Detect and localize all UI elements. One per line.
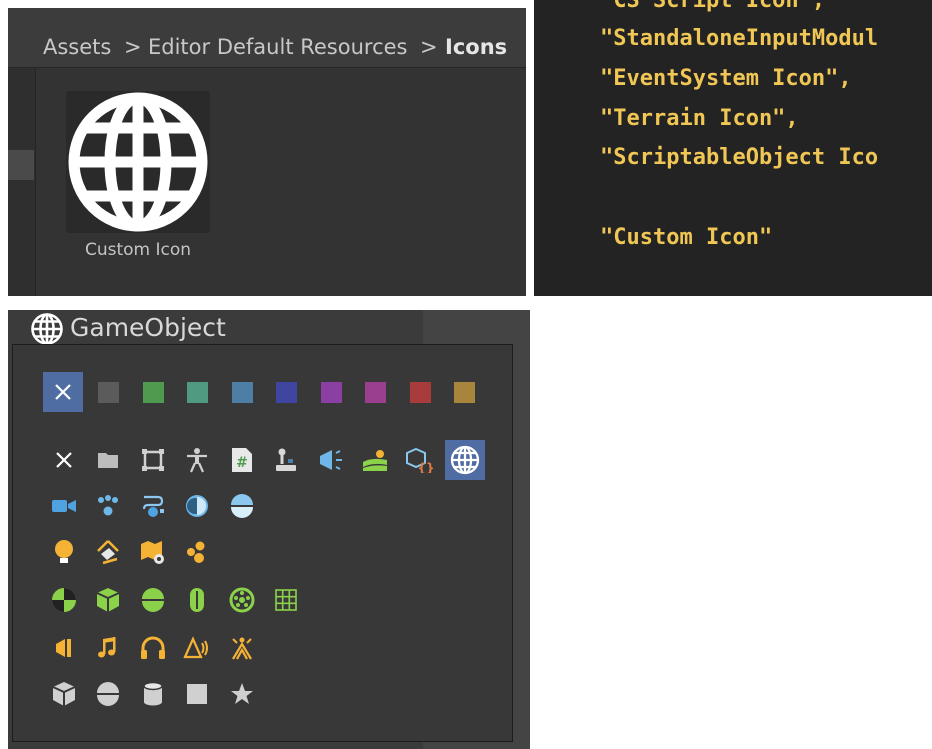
audio-chorus-icon[interactable] bbox=[227, 633, 257, 663]
joystick-icon[interactable] bbox=[271, 445, 301, 475]
globe-icon-selected[interactable] bbox=[445, 440, 485, 480]
swatch-green[interactable] bbox=[143, 382, 164, 403]
none-icon[interactable] bbox=[49, 445, 79, 475]
svg-text:#: # bbox=[236, 455, 248, 471]
cluster-icon[interactable] bbox=[182, 537, 212, 567]
breadcrumb-assets[interactable]: Assets bbox=[43, 32, 111, 62]
swatch-purple[interactable] bbox=[321, 382, 342, 403]
object-name: GameObject bbox=[70, 313, 226, 342]
audio-speaker-icon[interactable] bbox=[49, 633, 79, 663]
asset-label: Custom Icon bbox=[84, 240, 192, 260]
swatch-magenta[interactable] bbox=[365, 382, 386, 403]
camera-icon[interactable] bbox=[49, 491, 79, 521]
breadcrumb-icons[interactable]: Icons bbox=[445, 32, 507, 62]
cube-icon[interactable] bbox=[49, 679, 79, 709]
code-line: "EventSystem Icon", bbox=[600, 66, 852, 91]
sphere-half-icon[interactable] bbox=[227, 491, 257, 521]
avatar-icon[interactable] bbox=[182, 445, 212, 475]
close-icon bbox=[55, 384, 71, 400]
code-line: "ScriptableObject Ico bbox=[600, 145, 879, 170]
swatch-teal[interactable] bbox=[187, 382, 208, 403]
physics-material-icon[interactable] bbox=[49, 585, 79, 615]
wheel-collider-icon[interactable] bbox=[227, 585, 257, 615]
box-collider-icon[interactable] bbox=[93, 585, 123, 615]
sphere-collider-icon[interactable] bbox=[138, 585, 168, 615]
headphones-icon[interactable] bbox=[138, 633, 168, 663]
csharp-script-icon[interactable]: # bbox=[227, 445, 257, 475]
folder-tree-strip bbox=[8, 68, 36, 296]
code-line: "Terrain Icon", bbox=[600, 106, 799, 131]
code-line: "Custom Icon" bbox=[600, 225, 773, 250]
breadcrumb: Assets > Editor Default Resources > Icon… bbox=[8, 8, 526, 68]
icon-picker-popup: # {} bbox=[12, 344, 513, 742]
animator-icon[interactable] bbox=[138, 491, 168, 521]
capsule-mesh-icon[interactable] bbox=[93, 679, 123, 709]
folder-tree-selection[interactable] bbox=[8, 150, 34, 180]
capsule-collider-icon[interactable] bbox=[182, 585, 212, 615]
rect-transform-icon[interactable] bbox=[138, 445, 168, 475]
code-line: "CS Script Icon", bbox=[600, 0, 826, 13]
quad-icon[interactable] bbox=[182, 679, 212, 709]
swatch-none-selected[interactable] bbox=[43, 372, 83, 412]
swatch-red[interactable] bbox=[410, 382, 431, 403]
grid-icon[interactable] bbox=[271, 585, 301, 615]
asset-thumbnail[interactable] bbox=[66, 91, 210, 233]
inspector-panel: GameObject # {} bbox=[8, 310, 530, 749]
breadcrumb-editor-default-resources[interactable]: Editor Default Resources bbox=[148, 32, 407, 62]
audio-source-icon[interactable] bbox=[316, 445, 346, 475]
light-icon[interactable] bbox=[49, 537, 79, 567]
cylinder-icon[interactable] bbox=[138, 679, 168, 709]
breadcrumb-separator: > bbox=[124, 35, 142, 59]
code-line: "StandaloneInputModul bbox=[600, 26, 879, 51]
light-probe-icon[interactable] bbox=[93, 537, 123, 567]
swatch-blue[interactable] bbox=[232, 382, 253, 403]
navmesh-icon[interactable] bbox=[138, 537, 168, 567]
svg-text:{}: {} bbox=[417, 461, 434, 473]
code-editor-panel: "CS Script Icon", "StandaloneInputModul … bbox=[534, 0, 932, 296]
globe-icon bbox=[68, 92, 208, 232]
star-icon[interactable] bbox=[227, 679, 257, 709]
audio-reverb-icon[interactable] bbox=[182, 633, 212, 663]
swatch-gold[interactable] bbox=[454, 382, 475, 403]
globe-icon[interactable] bbox=[30, 312, 64, 346]
swatch-gray[interactable] bbox=[98, 382, 119, 403]
swatch-indigo[interactable] bbox=[276, 382, 297, 403]
music-note-icon[interactable] bbox=[93, 633, 123, 663]
reflection-probe-icon[interactable] bbox=[182, 491, 212, 521]
folder-icon[interactable] bbox=[93, 445, 123, 475]
terrain-icon[interactable] bbox=[360, 445, 390, 475]
globe-icon bbox=[450, 445, 480, 475]
particle-system-icon[interactable] bbox=[93, 491, 123, 521]
breadcrumb-separator: > bbox=[420, 35, 438, 59]
scriptable-object-icon[interactable]: {} bbox=[405, 445, 435, 475]
project-browser-panel: Assets > Editor Default Resources > Icon… bbox=[8, 8, 526, 296]
